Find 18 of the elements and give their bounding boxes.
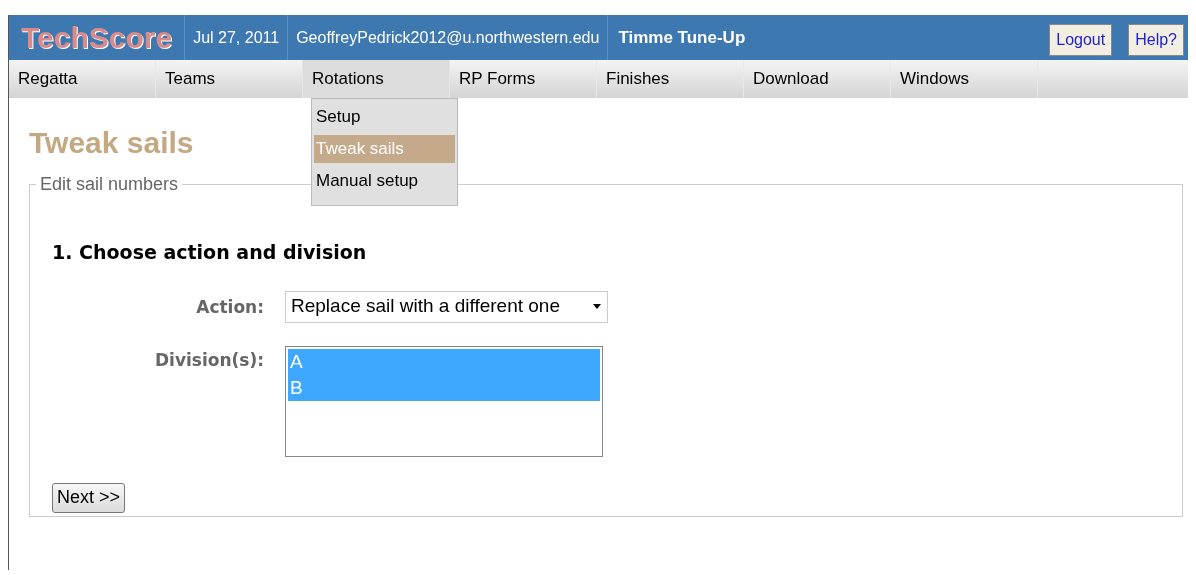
next-button[interactable]: Next >> xyxy=(52,482,126,513)
submenu-item[interactable]: Setup xyxy=(314,103,455,131)
menu-item[interactable]: Download xyxy=(744,60,891,98)
divisions-label: Division(s): xyxy=(153,348,264,372)
page-title: Tweak sails xyxy=(29,125,194,161)
menu-item[interactable]: Finishes xyxy=(597,60,744,98)
action-select[interactable]: Replace sail with a different one xyxy=(285,290,608,323)
regatta-name: Timme Tune-Up xyxy=(617,26,747,49)
fieldset-legend: Edit sail numbers xyxy=(36,171,183,198)
dropdown-arrow-icon xyxy=(592,303,602,310)
logout-button[interactable]: Logout xyxy=(1049,24,1113,56)
help-button[interactable]: Help? xyxy=(1128,24,1184,56)
submenu-item[interactable]: Manual setup xyxy=(314,167,455,195)
menu-item[interactable]: Regatta xyxy=(9,60,156,98)
section-heading: 1. Choose action and division xyxy=(52,240,368,265)
menu-item[interactable]: Rotations xyxy=(303,60,450,98)
menu-item[interactable]: Windows xyxy=(891,60,1038,98)
action-label: Action: xyxy=(195,295,264,319)
